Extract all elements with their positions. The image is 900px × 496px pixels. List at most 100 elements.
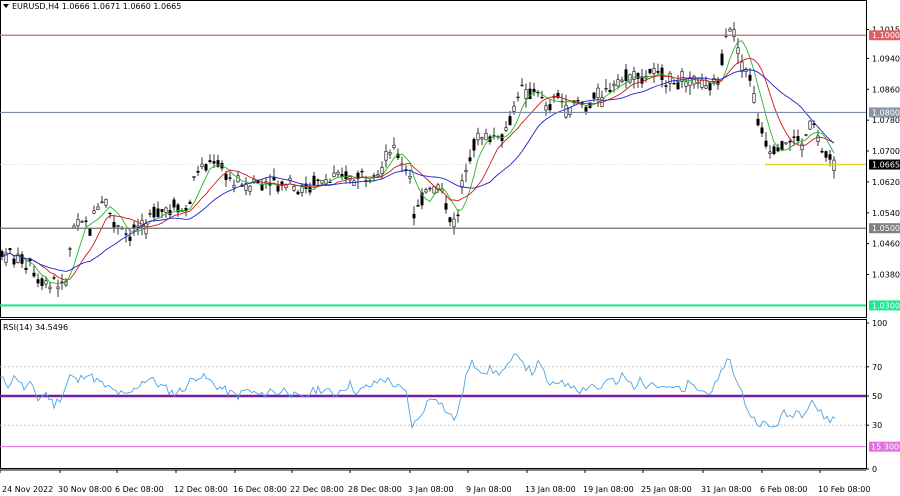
candle-body bbox=[260, 184, 264, 191]
time-tick-label: 31 Jan 08:00 bbox=[701, 485, 752, 494]
candle-body bbox=[768, 151, 772, 155]
candle-body bbox=[652, 68, 656, 74]
candle-body bbox=[408, 176, 412, 179]
candle-body bbox=[108, 212, 112, 215]
candle-body bbox=[620, 79, 624, 83]
candle-body bbox=[564, 104, 568, 118]
candle-body bbox=[548, 104, 552, 111]
time-tick-label: 22 Dec 08:00 bbox=[290, 485, 344, 494]
candle-body bbox=[596, 87, 600, 99]
time-tick-label: 19 Jan 08:00 bbox=[583, 485, 634, 494]
time-axis: 24 Nov 2022 30 Nov 08:00 6 Dec 08:00 12 Dec… bbox=[0, 469, 870, 494]
candle-body bbox=[196, 170, 200, 173]
rsi-tick-label: 0 bbox=[872, 465, 877, 474]
chart-header: EURUSD,H4 1.0666 1.0671 1.0660 1.0665 bbox=[3, 2, 181, 11]
candle-body bbox=[540, 96, 544, 99]
candle-body bbox=[336, 171, 340, 175]
rsi-label: RSI(14) 34.5496 bbox=[3, 323, 69, 332]
candle-body bbox=[56, 286, 60, 290]
candle-body bbox=[224, 173, 228, 180]
candle-body bbox=[44, 280, 48, 285]
candle-body bbox=[524, 89, 528, 99]
candle-body bbox=[624, 69, 628, 81]
candle-body bbox=[800, 143, 804, 151]
candle-body bbox=[72, 225, 76, 229]
time-tick-label: 12 Dec 08:00 bbox=[174, 485, 228, 494]
candle-body bbox=[632, 71, 636, 80]
price-tick-label: 1.0380 bbox=[872, 271, 900, 280]
candle-body bbox=[232, 185, 236, 188]
candle-body bbox=[116, 225, 120, 227]
candle-body bbox=[32, 272, 36, 277]
rsi-line bbox=[0, 353, 836, 430]
candle-body bbox=[68, 248, 72, 250]
price-tick-label: 1.0780 bbox=[872, 116, 900, 125]
time-tick-label: 28 Dec 08:00 bbox=[348, 485, 402, 494]
candle-body bbox=[604, 88, 608, 90]
candle-body bbox=[832, 159, 836, 171]
rsi-tick-label: 70 bbox=[872, 363, 882, 372]
candle-body bbox=[272, 177, 276, 181]
level-price-label: 1.1000 bbox=[872, 31, 900, 40]
candle-body bbox=[684, 81, 688, 87]
candle-body bbox=[248, 185, 252, 192]
candle-body bbox=[372, 175, 376, 177]
candle-body bbox=[292, 186, 296, 191]
candle-body bbox=[288, 177, 292, 181]
price-pane[interactable]: 1.10151.09401.08601.07801.07001.06201.05… bbox=[0, 0, 900, 318]
candle-body bbox=[784, 142, 788, 145]
candle-body bbox=[456, 214, 460, 217]
candle-body bbox=[612, 83, 616, 86]
candle-body bbox=[104, 198, 108, 206]
candle-body bbox=[388, 152, 392, 155]
candle-body bbox=[20, 254, 24, 264]
price-tick-label: 1.0860 bbox=[872, 85, 900, 94]
candle-body bbox=[636, 73, 640, 79]
rsi-pane[interactable]: 100 70 50 30 0 15.3000 bbox=[0, 319, 900, 474]
candle-body bbox=[312, 175, 316, 186]
candle-body bbox=[392, 144, 396, 148]
candle-body bbox=[12, 258, 16, 265]
candle-body bbox=[592, 92, 596, 99]
candle-body bbox=[752, 92, 756, 103]
candle-body bbox=[380, 166, 384, 174]
candle-body bbox=[448, 217, 452, 223]
candle-body bbox=[276, 185, 280, 192]
candle-body bbox=[128, 236, 132, 241]
candle-body bbox=[472, 139, 476, 151]
candle-body bbox=[468, 157, 472, 162]
trading-chart[interactable]: 1.10151.09401.08601.07801.07001.06201.05… bbox=[0, 0, 900, 496]
rsi-level-label: 15.3000 bbox=[871, 443, 900, 452]
candle-body bbox=[8, 248, 12, 251]
candle-body bbox=[464, 170, 468, 173]
candle-body bbox=[88, 228, 92, 236]
candle-body bbox=[344, 171, 348, 179]
rsi-tick-label: 50 bbox=[872, 392, 882, 401]
candle-body bbox=[424, 189, 428, 193]
time-tick-label: 16 Dec 08:00 bbox=[233, 485, 287, 494]
candle-body bbox=[204, 163, 208, 171]
candle-body bbox=[516, 96, 520, 99]
price-tick-label: 1.0700 bbox=[872, 147, 900, 156]
chevron-down-icon[interactable] bbox=[3, 4, 9, 8]
candle-body bbox=[52, 277, 56, 279]
candle-body bbox=[76, 219, 80, 227]
candle-body bbox=[432, 186, 436, 194]
candle-body bbox=[616, 79, 620, 87]
candle-body bbox=[112, 222, 116, 228]
level-price-label: 1.0500 bbox=[872, 224, 900, 233]
price-tick-label: 1.0620 bbox=[872, 178, 900, 187]
candle-body bbox=[296, 191, 300, 195]
candle-body bbox=[360, 170, 364, 173]
candle-body bbox=[792, 136, 796, 138]
time-tick-label: 6 Dec 08:00 bbox=[115, 485, 164, 494]
rsi-tick-label: 30 bbox=[872, 421, 882, 430]
candle-body bbox=[192, 175, 196, 178]
time-tick-label: 3 Jan 08:00 bbox=[408, 485, 454, 494]
time-tick-label: 9 Jan 08:00 bbox=[466, 485, 512, 494]
candle-body bbox=[656, 71, 660, 73]
candle-body bbox=[788, 141, 792, 143]
candle-body bbox=[708, 82, 712, 91]
candle-body bbox=[808, 120, 812, 130]
candle-body bbox=[160, 209, 164, 212]
